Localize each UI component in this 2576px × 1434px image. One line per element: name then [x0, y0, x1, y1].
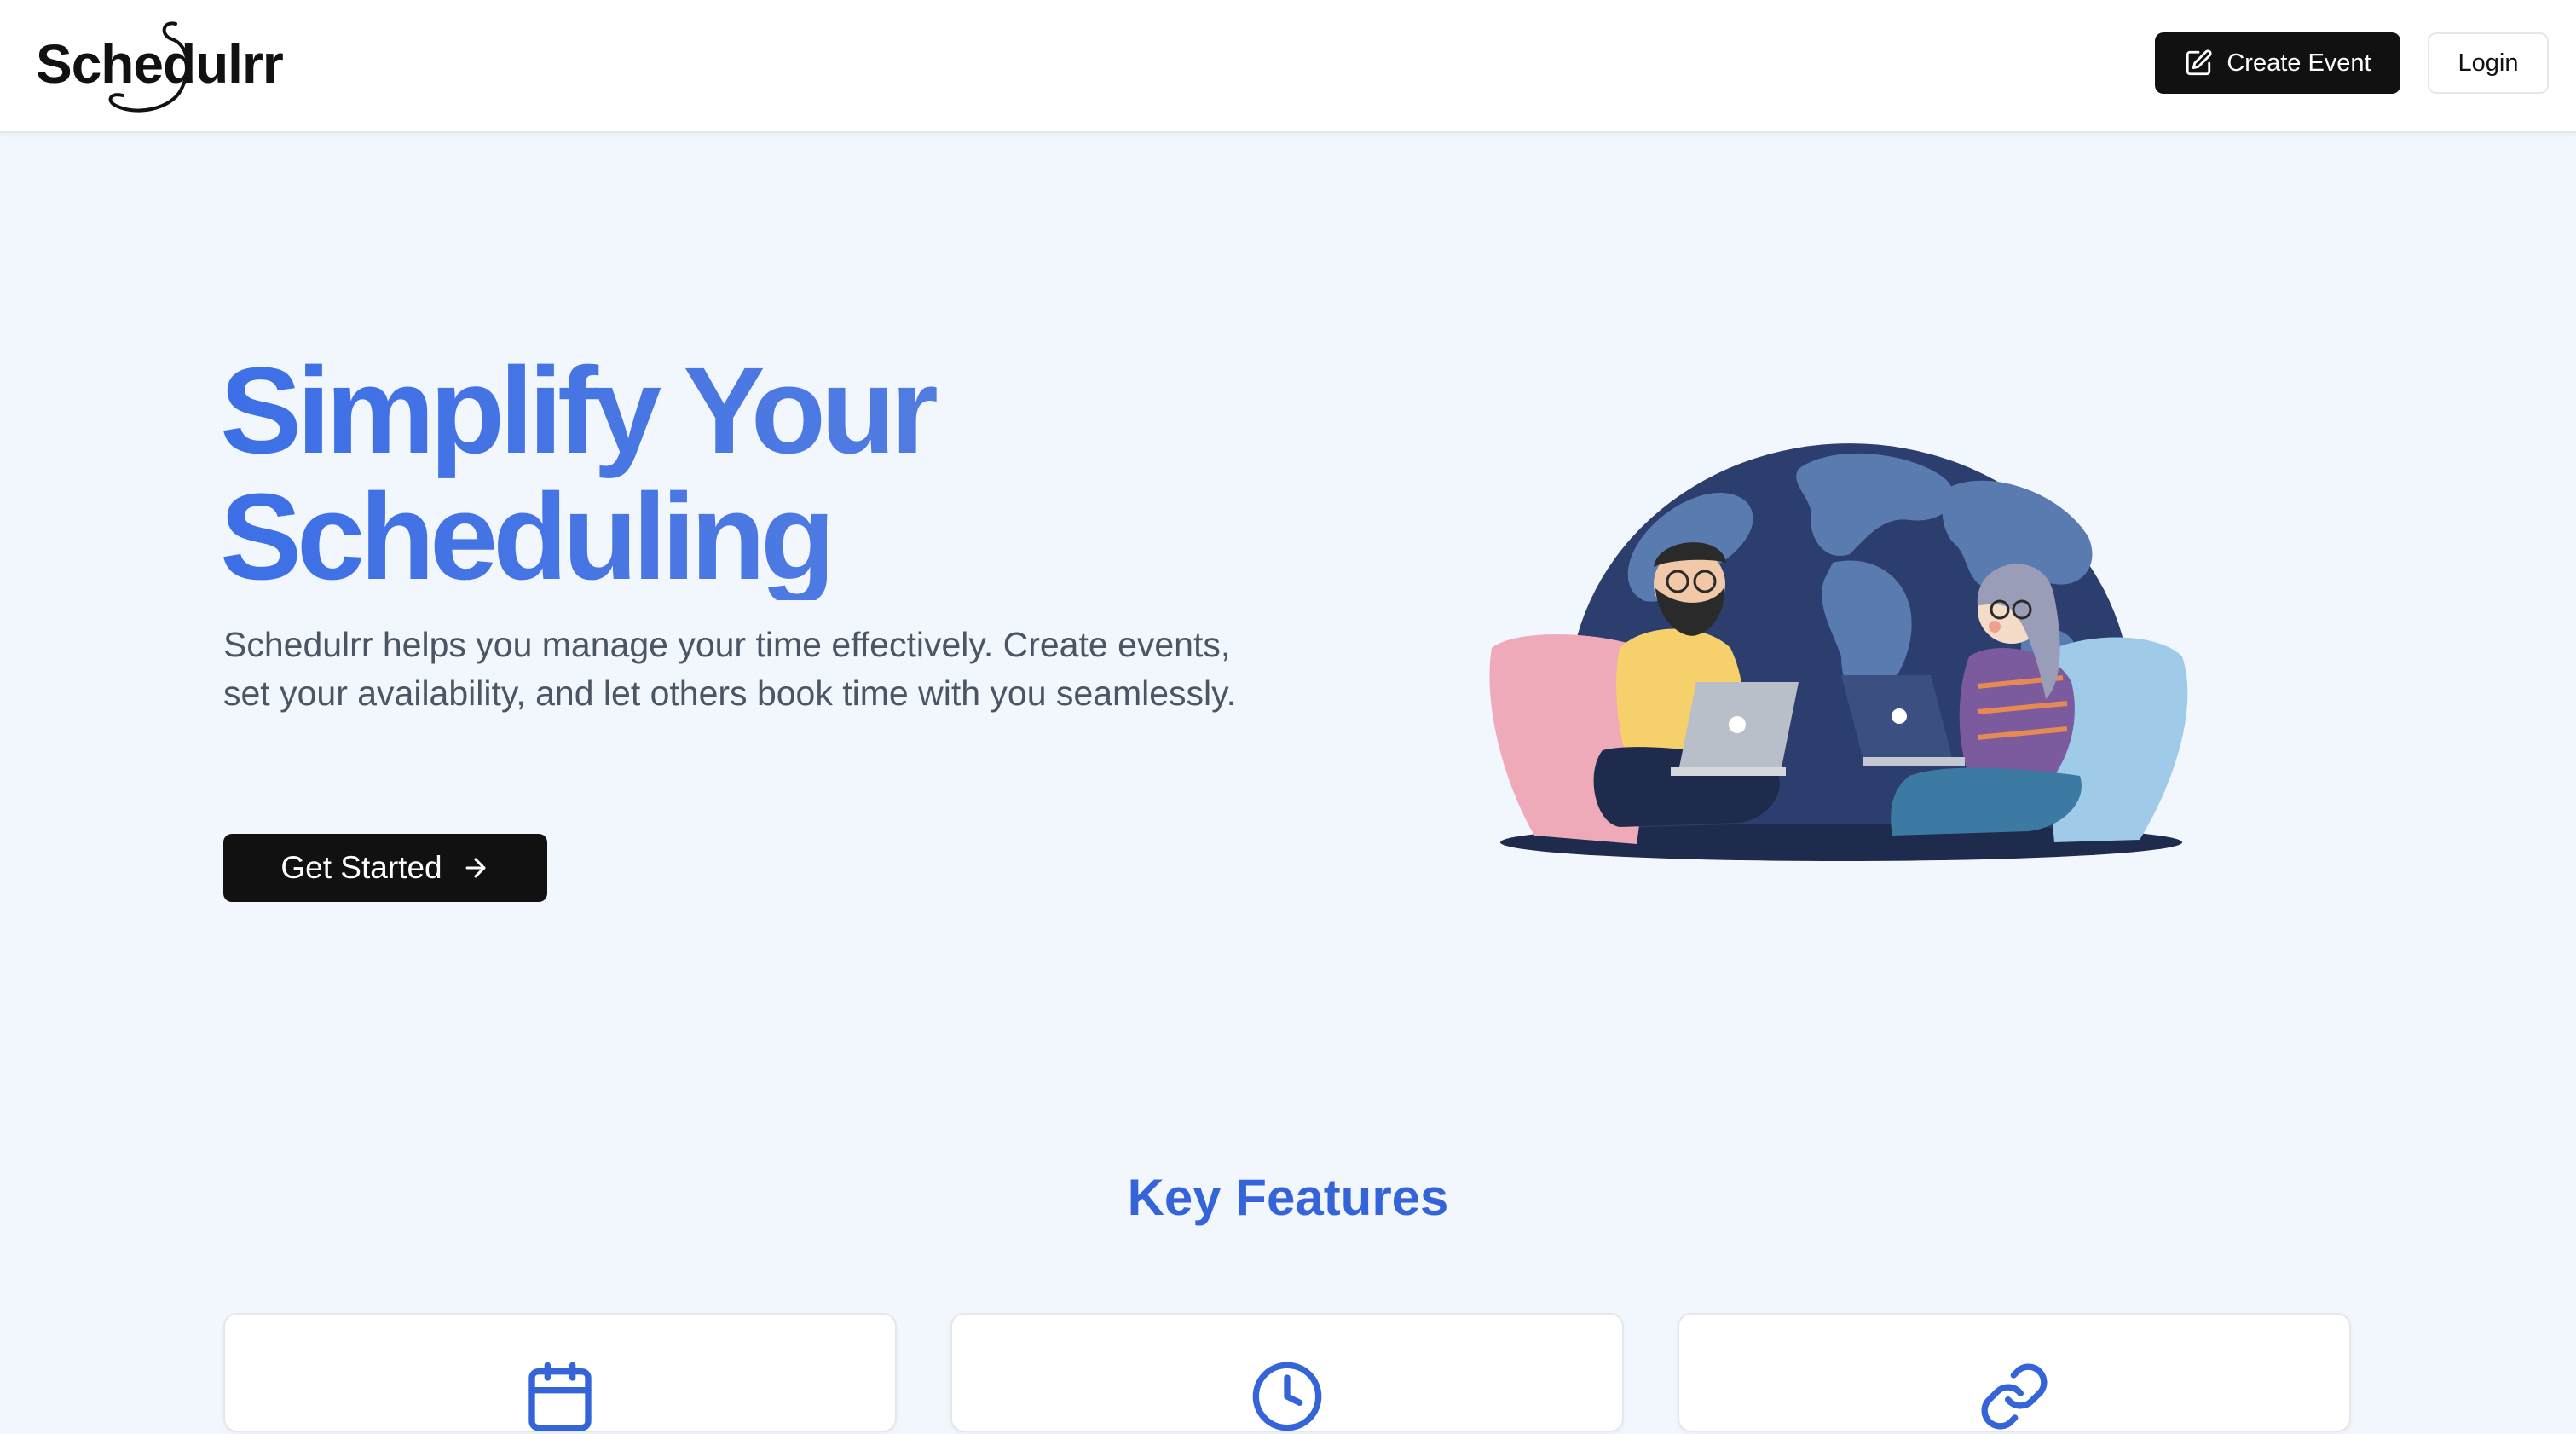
- hero-description: Schedulrr helps you manage your time eff…: [223, 625, 1237, 713]
- feature-card-clock: [950, 1313, 1624, 1432]
- hero-title-line-1: Simplify Your: [220, 342, 933, 479]
- hero-illustration: [1489, 443, 2188, 861]
- top-nav-bar: Schedulrr Create Event Login: [0, 0, 2576, 133]
- hero-title-line-2: Scheduling: [220, 468, 831, 605]
- logo-text: Schedulrr: [36, 33, 284, 95]
- create-event-label: Create Event: [2227, 49, 2371, 77]
- arrow-right-icon: [465, 858, 486, 878]
- get-started-button[interactable]: Get Started: [223, 834, 547, 902]
- features-title: Key Features: [1127, 1169, 1449, 1226]
- edit-icon: [2186, 49, 2212, 76]
- create-event-button[interactable]: Create Event: [2155, 32, 2400, 94]
- feature-card-calendar: [223, 1313, 897, 1432]
- clock-icon: [1252, 1362, 1322, 1431]
- link-icon: [1981, 1363, 2048, 1430]
- feature-card-link: [1678, 1313, 2351, 1432]
- calendar-icon: [528, 1362, 592, 1431]
- login-button[interactable]: Login: [2428, 32, 2549, 94]
- get-started-label: Get Started: [280, 850, 442, 885]
- logo[interactable]: Schedulrr: [34, 17, 290, 116]
- hero-title: Simplify Your Scheduling: [220, 348, 1328, 600]
